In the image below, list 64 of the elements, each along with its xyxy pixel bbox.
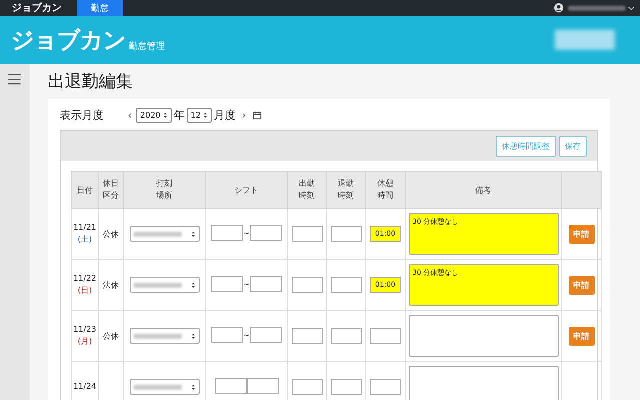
sort-arrows-icon[interactable] [202, 112, 208, 118]
column-header: シフト [234, 186, 258, 194]
sort-arrows-icon[interactable] [190, 282, 196, 288]
clock-out-field[interactable] [330, 379, 362, 395]
column-header: 日付 [77, 186, 93, 194]
shift-start-field[interactable] [211, 276, 244, 292]
shift-end-field[interactable] [250, 327, 282, 343]
year-select[interactable]: 2020 [136, 108, 172, 122]
clock-out-field[interactable] [330, 226, 362, 242]
previous-month-link[interactable]: ‹ [128, 108, 132, 122]
year-unit: 年 [174, 108, 185, 122]
clock-in-field[interactable] [292, 379, 322, 395]
brand-name[interactable]: ジョブカン [0, 1, 74, 15]
weekday-text: (月) [78, 337, 92, 346]
clock-in-field[interactable] [292, 328, 322, 344]
clock-in-field[interactable] [292, 277, 322, 293]
shift-end-field[interactable] [246, 378, 278, 394]
caret-icon[interactable] [628, 6, 635, 10]
remarks-field[interactable] [408, 366, 558, 400]
holiday-type: 法休 [103, 280, 119, 290]
shift-end-field[interactable] [250, 276, 282, 292]
clock-out-field[interactable] [330, 277, 362, 293]
next-month-link[interactable]: › [242, 108, 246, 122]
sort-arrows-icon[interactable] [162, 112, 168, 118]
range-tilde: ~ [243, 228, 250, 238]
date-text: 11/23 [73, 325, 97, 334]
remarks-field[interactable] [408, 315, 558, 357]
break-time-field[interactable] [370, 328, 401, 344]
month-label: 表示月度 [60, 108, 105, 122]
blurred-logo [555, 30, 615, 50]
date-text: 11/21 [73, 223, 97, 232]
holiday-type: 公休 [103, 230, 119, 238]
column-header: 備考 [476, 186, 492, 194]
calendar-icon[interactable] [253, 110, 262, 120]
date-text: 11/24 [73, 382, 97, 391]
shift-start-field[interactable] [211, 327, 244, 343]
weekday-text: (日) [78, 286, 92, 295]
logo-subtitle: 勤怠管理 [129, 40, 165, 52]
shift-end-field[interactable] [250, 225, 282, 241]
holiday-type: 公休 [103, 332, 119, 340]
menu-icon[interactable] [8, 74, 21, 85]
month-select[interactable]: 12 [186, 108, 212, 122]
sort-arrows-icon[interactable] [190, 332, 196, 340]
column-header: 休日区分 [102, 178, 120, 202]
clock-out-field[interactable] [330, 328, 362, 344]
date-text: 11/22 [73, 274, 97, 283]
page-title: 出退勤編集 [48, 71, 134, 93]
logo-text: ジョブカン [11, 26, 126, 56]
range-tilde: ~ [243, 280, 250, 288]
column-header: 出勤時刻 [298, 178, 316, 202]
sort-arrows-icon[interactable] [190, 384, 196, 390]
shift-start-field[interactable] [214, 378, 246, 394]
column-header: 打刻場所 [156, 178, 173, 202]
weekday-text: (土) [78, 235, 92, 244]
column-header: 休憩時間 [377, 178, 394, 202]
clock-in-field[interactable] [292, 226, 322, 242]
break-time-field[interactable] [370, 379, 401, 395]
sort-arrows-icon[interactable] [190, 230, 196, 238]
shift-start-field[interactable] [211, 225, 244, 241]
nav-tab[interactable]: 勤怠 [77, 0, 123, 16]
column-header: 退勤時刻 [338, 178, 354, 202]
user-icon[interactable] [554, 3, 564, 13]
month-unit: 月度 [214, 108, 236, 122]
range-tilde: ~ [243, 330, 250, 340]
